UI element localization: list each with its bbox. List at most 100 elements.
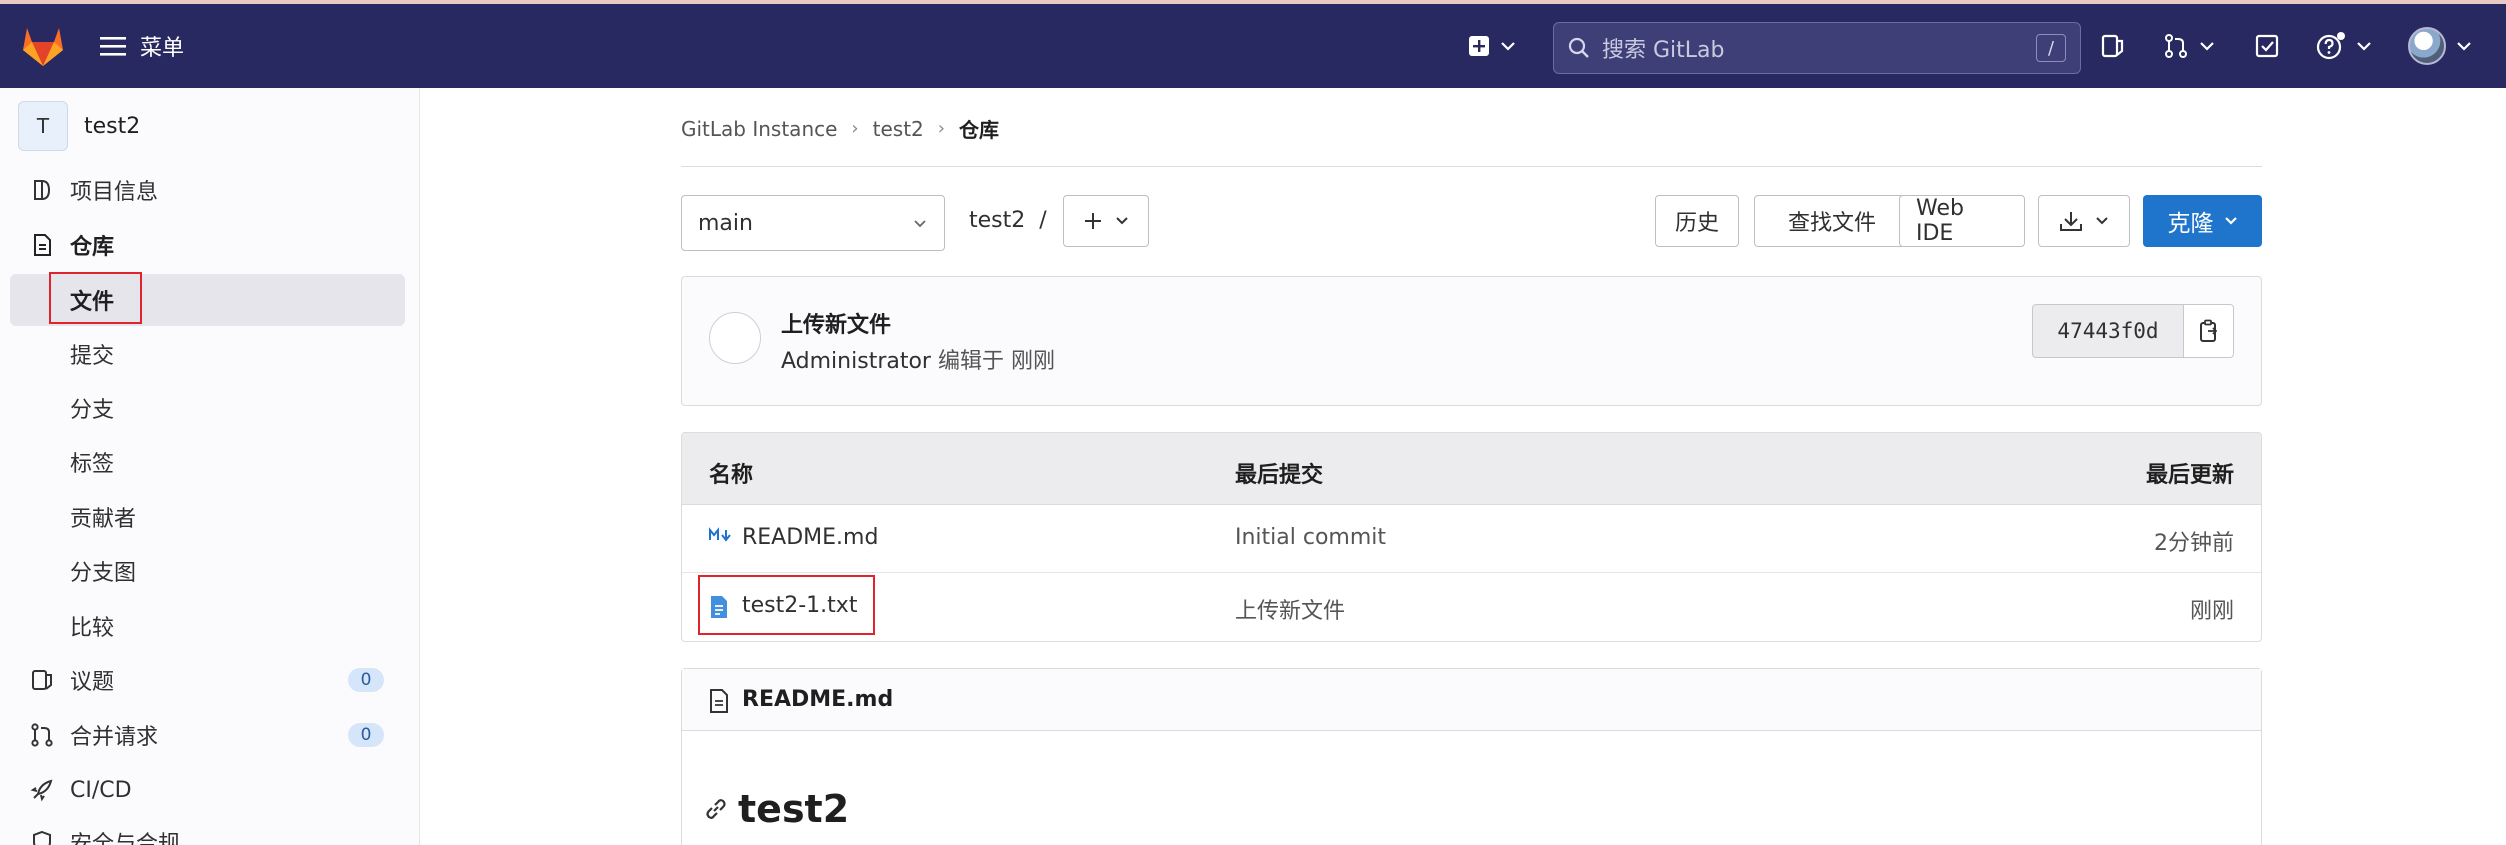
user-avatar (2408, 27, 2446, 65)
merge-requests-nav-button[interactable] (2163, 26, 2215, 66)
table-row[interactable]: test2-1.txt 上传新文件 刚刚 (682, 573, 2261, 641)
download-icon (2060, 212, 2082, 231)
sidebar-item-label: 比较 (70, 616, 115, 641)
todos-nav-button[interactable] (2254, 26, 2280, 66)
sidebar-project-header[interactable]: T test2 (18, 101, 140, 151)
sidebar-item-label: 贡献者 (70, 507, 137, 532)
new-dropdown[interactable] (1468, 26, 1516, 66)
breadcrumb-chevron-icon: › (937, 118, 945, 139)
sidebar-item-graph[interactable]: 分支图 (0, 546, 420, 596)
sidebar-item-label: 安全与合规 (70, 832, 181, 845)
project-name: test2 (84, 113, 141, 139)
project-avatar: T (18, 101, 68, 151)
web-ide-button[interactable]: Web IDE (1899, 195, 2025, 247)
sidebar-item-label: CI/CD (70, 777, 132, 803)
sidebar-item-branches[interactable]: 分支 (0, 383, 420, 433)
download-dropdown[interactable] (2038, 195, 2130, 247)
plus-icon (1085, 213, 1101, 229)
add-to-tree-dropdown[interactable] (1063, 195, 1149, 247)
breadcrumb: GitLab Instance › test2 › 仓库 (681, 114, 999, 143)
file-name-link[interactable]: README.md (742, 525, 878, 550)
hamburger-icon (100, 37, 126, 56)
file-commit-message[interactable]: 上传新文件 (1235, 593, 1345, 625)
readme-header: README.md (682, 669, 2261, 731)
search-shortcut-hint: / (2036, 34, 2066, 62)
sidebar-item-tags[interactable]: 标签 (0, 437, 420, 487)
repo-path-separator: / (1039, 208, 1047, 233)
sidebar-item-label: 合并请求 (70, 725, 159, 750)
plus-square-icon (1469, 36, 1489, 56)
commit-meta: Administrator 编辑于 刚刚 (781, 343, 1055, 375)
readme-heading: test2 (704, 787, 849, 831)
chevron-down-icon (2200, 42, 2214, 51)
chevron-down-icon (2096, 217, 2108, 225)
find-file-button[interactable]: 查找文件 (1754, 195, 1910, 247)
chevron-down-icon (1501, 42, 1515, 51)
rocket-icon (30, 779, 53, 802)
clone-dropdown-button[interactable]: 克隆 (2143, 195, 2262, 247)
sidebar-item-label: 提交 (70, 344, 115, 369)
anchor-link-icon[interactable] (704, 797, 728, 821)
sidebar-item-repository[interactable]: 仓库 (0, 220, 420, 270)
commit-sha-group: 47443f0d (2032, 304, 2234, 358)
breadcrumb-chevron-icon: › (851, 118, 859, 139)
sidebar-item-cicd[interactable]: CI/CD (0, 765, 420, 815)
breadcrumb-link-instance[interactable]: GitLab Instance (681, 117, 837, 141)
divider (681, 166, 2262, 167)
sidebar-item-security[interactable]: 安全与合规 (0, 817, 420, 845)
repo-path-root[interactable]: test2 (969, 208, 1025, 233)
merge-requests-count-badge: 0 (348, 723, 384, 747)
project-sidebar: T test2 项目信息 仓库 文件 提交 分支 标签 贡献者 分支图 比较 议… (0, 88, 420, 845)
help-nav-button[interactable] (2316, 26, 2372, 66)
file-updated-time: 刚刚 (2189, 599, 2234, 624)
search-icon (1568, 37, 1589, 58)
issues-nav-button[interactable] (2100, 26, 2126, 66)
branch-selector[interactable]: main (681, 195, 945, 251)
user-menu-button[interactable] (2408, 26, 2472, 66)
menu-label: 菜单 (140, 36, 185, 61)
sidebar-item-label: 标签 (70, 452, 115, 477)
file-tree-table: 名称 最后提交 最后更新 README.md Initial commit 2分… (681, 432, 2262, 642)
menu-button[interactable]: 菜单 (100, 28, 184, 64)
search-placeholder: 搜索 GitLab (1602, 38, 1725, 63)
sidebar-item-issues[interactable]: 议题 0 (0, 655, 420, 705)
annotation-highlight-box (49, 272, 142, 324)
sidebar-item-contributors[interactable]: 贡献者 (0, 492, 420, 542)
sidebar-item-label: 仓库 (70, 235, 115, 260)
repository-icon (34, 234, 51, 256)
issues-icon (2101, 34, 2124, 58)
table-row[interactable]: README.md Initial commit 2分钟前 (682, 505, 2261, 573)
sidebar-item-label: 分支 (70, 398, 115, 423)
commit-action: 编辑于 (937, 349, 1004, 374)
issues-icon (32, 670, 52, 690)
sidebar-item-label: 议题 (70, 670, 115, 695)
sidebar-item-commits[interactable]: 提交 (0, 329, 420, 379)
commit-sha-button[interactable]: 47443f0d (2032, 304, 2184, 358)
search-input[interactable]: 搜索 GitLab / (1553, 22, 2081, 74)
clone-label: 克隆 (2167, 211, 2214, 237)
readme-filename[interactable]: README.md (742, 687, 893, 712)
gitlab-logo-icon[interactable] (20, 24, 66, 68)
history-button[interactable]: 历史 (1655, 195, 1739, 247)
repo-path: test2 / (969, 208, 1047, 233)
readme-heading-text: test2 (738, 787, 850, 831)
sidebar-item-label: 项目信息 (70, 180, 159, 205)
todo-checkbox-icon (2255, 34, 2279, 58)
sidebar-item-merge-requests[interactable]: 合并请求 0 (0, 710, 420, 760)
breadcrumb-link-project[interactable]: test2 (873, 117, 924, 141)
file-commit-message[interactable]: Initial commit (1235, 525, 1386, 550)
sidebar-item-project-info[interactable]: 项目信息 (0, 165, 420, 215)
help-icon (2316, 32, 2345, 60)
file-updated-time: 2分钟前 (2154, 531, 2234, 556)
sidebar-item-compare[interactable]: 比较 (0, 601, 420, 651)
table-header: 名称 最后提交 最后更新 (682, 433, 2261, 505)
commit-author-avatar[interactable] (709, 312, 761, 364)
issues-count-badge: 0 (348, 668, 384, 692)
shield-icon (33, 830, 51, 845)
breadcrumb-current[interactable]: 仓库 (959, 114, 999, 143)
copy-sha-button[interactable] (2184, 304, 2234, 358)
branch-name: main (698, 210, 753, 236)
merge-request-icon (31, 723, 53, 747)
commit-title-link[interactable]: 上传新文件 (781, 307, 891, 339)
commit-author-link[interactable]: Administrator (781, 349, 931, 374)
